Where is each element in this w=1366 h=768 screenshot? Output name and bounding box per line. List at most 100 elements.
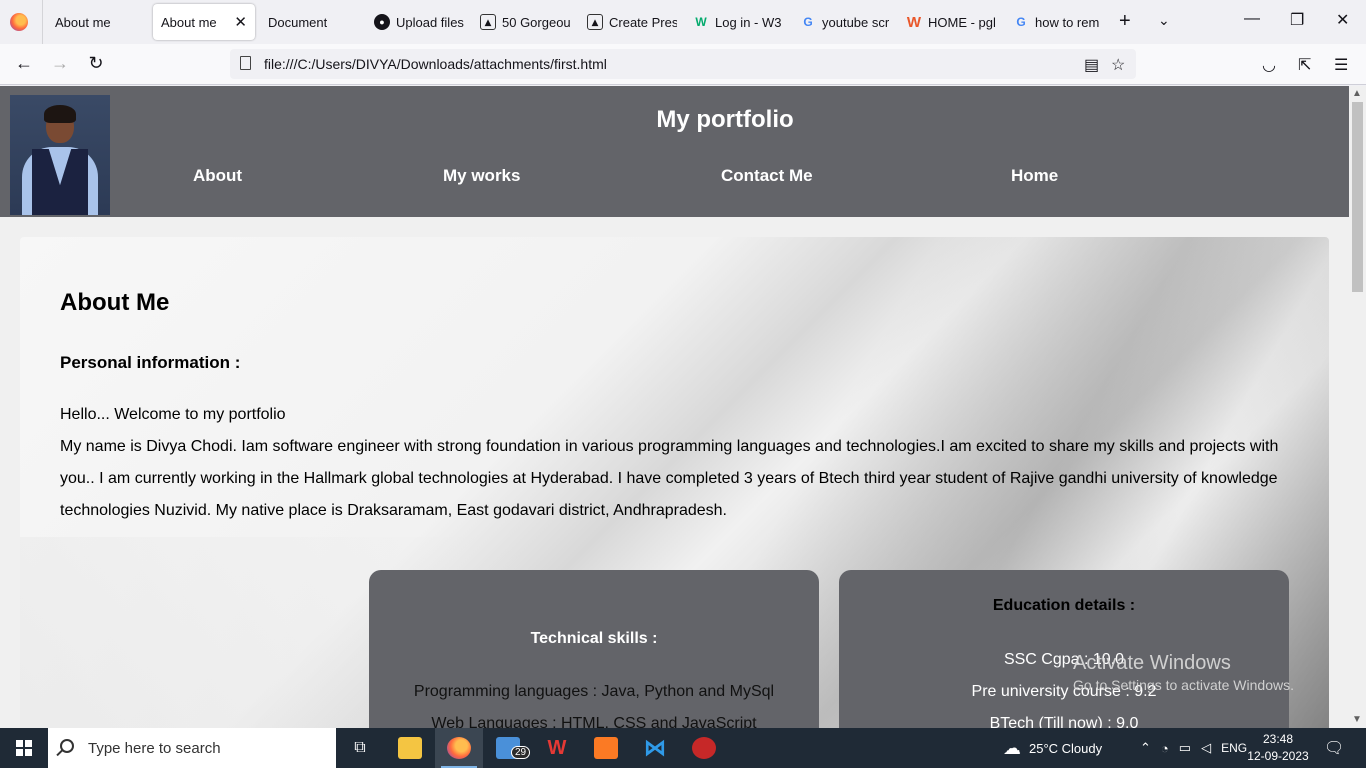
pocket-icon[interactable]: ◡ [1262, 55, 1276, 75]
image-icon: ▴ [480, 14, 496, 30]
bookmark-star-icon[interactable]: ☆ [1111, 55, 1125, 75]
close-window-icon[interactable]: ✕ [1336, 10, 1349, 30]
nav-link-contact-me[interactable]: Contact Me [721, 166, 813, 186]
browser-tab-strip: About me About me ✕ Document ● Upload fi… [0, 0, 1366, 44]
w-icon: W [906, 13, 922, 31]
tab-upload-files[interactable]: ● Upload files [366, 4, 472, 40]
firefox-icon [447, 737, 471, 759]
folder-icon [398, 737, 422, 759]
profile-photo [10, 95, 110, 215]
watermark-subtitle: Go to Settings to activate Windows. [1073, 677, 1294, 693]
browser-nav-bar: ← → ↻ file:///C:/Users/DIVYA/Downloads/a… [0, 44, 1366, 85]
battery-icon[interactable]: ▭ [1179, 740, 1191, 756]
taskbar-vscode[interactable]: ⋈ [631, 728, 679, 768]
menu-icon[interactable]: ☰ [1334, 55, 1348, 75]
list-all-tabs-icon[interactable]: ⌄ [1158, 12, 1170, 29]
tab-label: Log in - W3 [715, 14, 782, 30]
new-tab-icon[interactable]: + [1119, 10, 1131, 33]
nav-link-about[interactable]: About [193, 166, 242, 186]
mail-badge: 29 [511, 746, 531, 759]
notifications-button[interactable]: 🗨 [1324, 728, 1344, 768]
vscode-icon: ⋈ [644, 735, 666, 760]
activate-windows-watermark: Activate Windows Go to Settings to activ… [1073, 652, 1294, 693]
tab-label: Document [268, 14, 328, 30]
github-icon: ● [374, 14, 390, 30]
google-icon: G [1016, 15, 1026, 29]
tab-separator [42, 0, 43, 44]
scroll-up-icon[interactable]: ▲ [1352, 88, 1362, 99]
minimize-icon[interactable]: — [1244, 10, 1260, 28]
task-view-button[interactable]: ⧉ [336, 728, 384, 768]
tab-create-presentation[interactable]: ▴ Create Prese [579, 4, 685, 40]
nav-link-home[interactable]: Home [1011, 166, 1058, 186]
page-icon [240, 56, 251, 70]
tab-log-in-w3[interactable]: W Log in - W3 [685, 4, 791, 40]
image-icon: ▴ [587, 14, 603, 30]
tray-icons: ⌃ ◔ ▭ ◁ ENG [1140, 728, 1247, 768]
wps-icon: W [547, 736, 567, 759]
taskbar-clock[interactable]: 23:48 12-09-2023 [1238, 731, 1318, 765]
taskbar-devcpp[interactable] [680, 728, 728, 768]
site-title: My portfolio [656, 106, 794, 133]
restore-icon[interactable]: ❐ [1290, 10, 1304, 30]
network-icon[interactable]: ◔ [1161, 741, 1169, 756]
taskbar-search[interactable]: Type here to search [48, 728, 336, 768]
scrollbar-thumb[interactable] [1352, 102, 1363, 292]
page-viewport: My portfolio About My works Contact Me H… [0, 86, 1349, 728]
tab-about-me-1[interactable]: About me [47, 4, 149, 40]
forward-icon[interactable]: → [48, 53, 72, 74]
taskbar-wps[interactable]: W [533, 728, 581, 768]
tab-label: how to rem [1035, 14, 1100, 30]
clock-time: 23:48 [1262, 732, 1294, 746]
weather-widget[interactable]: ☁ 25°C Cloudy [1003, 728, 1102, 768]
windows-icon [16, 740, 32, 756]
about-heading: About Me [60, 289, 170, 316]
cloud-icon: ☁ [1003, 737, 1021, 758]
skills-heading: Technical skills : [530, 630, 658, 647]
tab-document[interactable]: Document [260, 4, 360, 40]
tab-label: Create Prese [609, 14, 677, 30]
nav-link-my-works[interactable]: My works [443, 166, 520, 186]
windows-taskbar: Type here to search ⧉ 29 W ⋈ ☁ 25°C Clou… [0, 728, 1366, 768]
close-tab-icon[interactable]: ✕ [234, 13, 247, 31]
task-view-icon: ⧉ [354, 739, 366, 756]
page-scrollbar[interactable]: ▲ ▼ [1349, 86, 1366, 728]
search-icon [60, 739, 74, 753]
taskbar-firefox[interactable] [435, 728, 483, 768]
reload-icon[interactable]: ↻ [84, 53, 108, 74]
personal-info-heading: Personal information : [60, 353, 241, 372]
tab-label: About me [161, 14, 217, 30]
tab-home-pgl[interactable]: W HOME - pgl [898, 4, 1004, 40]
tab-about-me-active[interactable]: About me ✕ [153, 4, 255, 40]
w3-icon: W [695, 15, 707, 29]
tab-label: Upload files [396, 14, 464, 30]
extensions-icon[interactable]: ⇱ [1298, 55, 1311, 75]
tab-youtube-search[interactable]: G youtube scr [792, 4, 898, 40]
google-icon: G [803, 15, 813, 29]
tab-how-to-remove[interactable]: G how to rem [1005, 4, 1111, 40]
taskbar-mail[interactable]: 29 [484, 728, 532, 768]
start-button[interactable] [0, 728, 48, 768]
taskbar-xampp[interactable] [582, 728, 630, 768]
technical-skills-card: Technical skills : Programming languages… [369, 570, 819, 728]
greeting-text: Hello... Welcome to my portfolio [60, 406, 286, 423]
show-hidden-icons-icon[interactable]: ⌃ [1140, 740, 1151, 756]
firefox-icon[interactable] [10, 13, 28, 31]
skills-line: Programming languages : Java, Python and… [413, 683, 775, 700]
scroll-down-icon[interactable]: ▼ [1352, 714, 1362, 725]
back-icon[interactable]: ← [12, 53, 36, 74]
taskbar-file-explorer[interactable] [386, 728, 434, 768]
xampp-icon [594, 737, 618, 759]
url-text: file:///C:/Users/DIVYA/Downloads/attachm… [264, 56, 607, 72]
bio-paragraph: My name is Divya Chodi. Iam software eng… [60, 438, 1279, 519]
tab-label: About me [55, 14, 111, 30]
tab-label: 50 Gorgeous [502, 14, 570, 30]
education-card: Education details : SSC Cgpa : 10.0 Pre … [839, 570, 1289, 728]
volume-icon[interactable]: ◁ [1201, 740, 1211, 756]
url-bar[interactable]: file:///C:/Users/DIVYA/Downloads/attachm… [230, 49, 1136, 79]
tab-label: HOME - pgl [928, 14, 996, 30]
tab-50-gorgeous[interactable]: ▴ 50 Gorgeous [472, 4, 578, 40]
site-header: My portfolio About My works Contact Me H… [0, 86, 1349, 217]
watermark-title: Activate Windows [1073, 652, 1231, 674]
reader-view-icon[interactable]: ▤ [1084, 55, 1099, 75]
